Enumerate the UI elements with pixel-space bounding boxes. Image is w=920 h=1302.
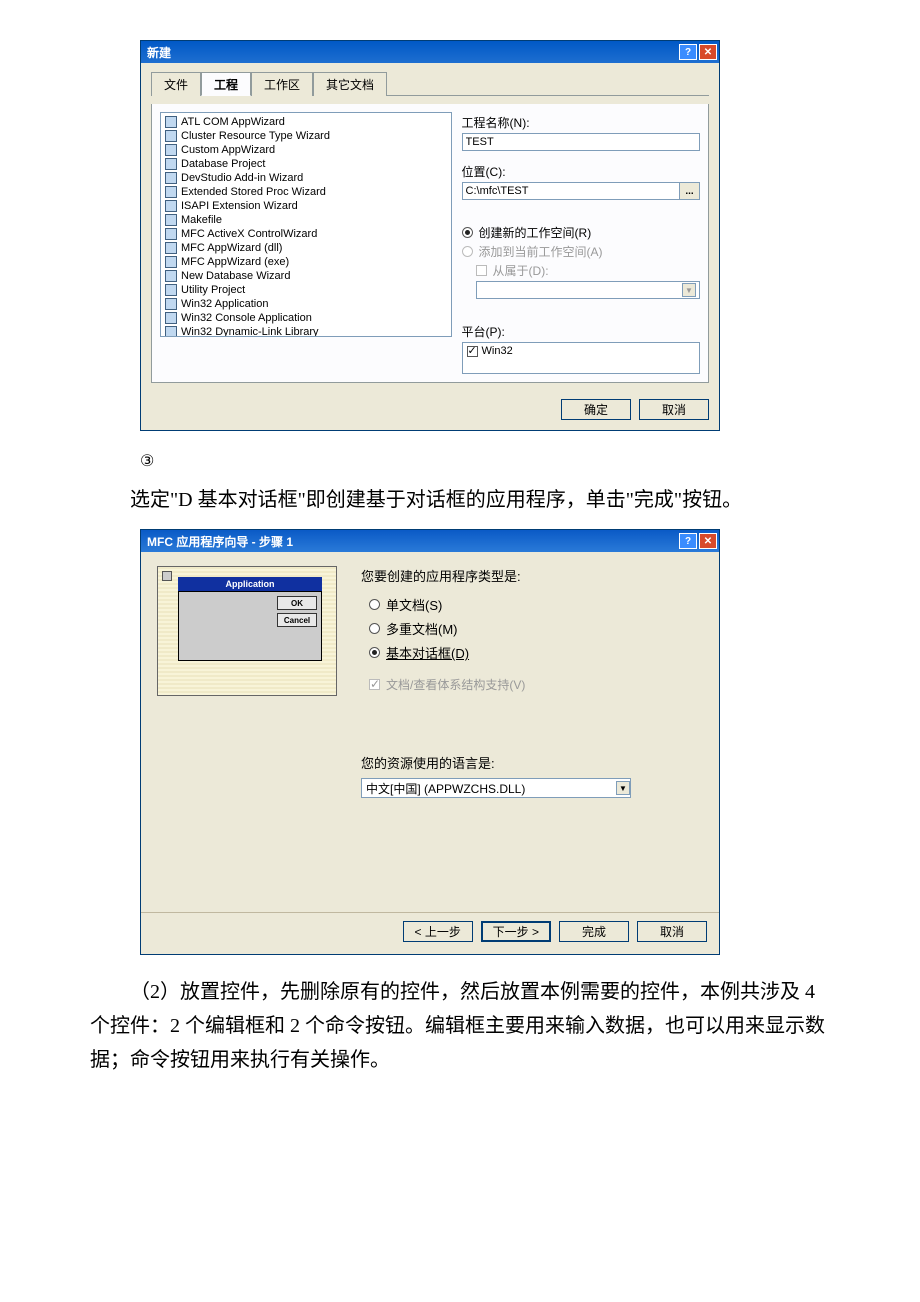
app-type-question: 您要创建的应用程序类型是: xyxy=(361,566,703,585)
list-item[interactable]: ISAPI Extension Wizard xyxy=(163,199,449,213)
radio-icon xyxy=(369,647,380,658)
add-to-workspace-radio: 添加到当前工作空间(A) xyxy=(462,243,700,260)
project-icon xyxy=(165,158,177,170)
list-item[interactable]: MFC ActiveX ControlWizard xyxy=(163,227,449,241)
platform-label: 平台(P): xyxy=(462,323,700,340)
language-select[interactable]: 中文[中国] (APPWZCHS.DLL) ▼ xyxy=(361,778,631,798)
project-name-label: 工程名称(N): xyxy=(462,114,700,131)
help-button[interactable]: ? xyxy=(679,44,697,60)
chevron-down-icon[interactable]: ▼ xyxy=(616,781,630,795)
radio-icon xyxy=(369,599,380,610)
list-item[interactable]: Utility Project xyxy=(163,283,449,297)
dialog-title: 新建 xyxy=(147,44,171,61)
tab-bar: 文件 工程 工作区 其它文档 xyxy=(151,71,709,96)
location-input[interactable] xyxy=(462,182,680,200)
radio-icon xyxy=(462,246,473,257)
chevron-down-icon: ▼ xyxy=(682,283,696,297)
dialog-based-radio[interactable]: 基本对话框(D) xyxy=(369,643,703,662)
list-item[interactable]: DevStudio Add-in Wizard xyxy=(163,171,449,185)
project-icon xyxy=(165,186,177,198)
project-icon xyxy=(165,270,177,282)
checkbox-icon xyxy=(476,265,487,276)
radio-icon xyxy=(462,227,473,238)
body-paragraph: 选定"D 基本对话框"即创建基于对话框的应用程序，单击"完成"按钮。 xyxy=(90,483,830,517)
cancel-button[interactable]: 取消 xyxy=(639,399,709,420)
new-project-dialog: 新建 ? ✕ 文件 工程 工作区 其它文档 ATL COM AppWizard … xyxy=(140,40,720,431)
list-item[interactable]: MFC AppWizard (exe) xyxy=(163,255,449,269)
platform-list[interactable]: Win32 xyxy=(462,342,700,374)
preview-ok-button: OK xyxy=(277,596,317,610)
preview-sys-icon xyxy=(162,571,172,581)
project-icon xyxy=(165,144,177,156)
project-icon xyxy=(165,130,177,142)
list-item[interactable]: New Database Wizard xyxy=(163,269,449,283)
next-button[interactable]: 下一步 > xyxy=(481,921,551,942)
browse-button[interactable]: ... xyxy=(680,182,700,200)
project-icon xyxy=(165,284,177,296)
list-item[interactable]: Win32 Dynamic-Link Library xyxy=(163,325,449,337)
preview-titlebar: Application xyxy=(178,577,322,591)
close-button[interactable]: ✕ xyxy=(699,44,717,60)
project-icon xyxy=(165,256,177,268)
project-type-list[interactable]: ATL COM AppWizard Cluster Resource Type … xyxy=(160,112,452,337)
dependency-select: ▼ xyxy=(476,281,700,299)
cancel-button[interactable]: 取消 xyxy=(637,921,707,942)
project-icon xyxy=(165,116,177,128)
close-button[interactable]: ✕ xyxy=(699,533,717,549)
titlebar[interactable]: 新建 ? ✕ xyxy=(141,41,719,63)
list-item[interactable]: Win32 Console Application xyxy=(163,311,449,325)
list-item[interactable]: ATL COM AppWizard xyxy=(163,115,449,129)
language-question: 您的资源使用的语言是: xyxy=(361,753,703,772)
project-icon xyxy=(165,312,177,324)
ok-button[interactable]: 确定 xyxy=(561,399,631,420)
checkbox-icon: ✓ xyxy=(369,679,380,690)
step-marker: ③ xyxy=(140,451,830,471)
tab-workspace[interactable]: 工作区 xyxy=(251,72,313,96)
project-icon xyxy=(165,214,177,226)
project-name-input[interactable] xyxy=(462,133,700,151)
titlebar[interactable]: MFC 应用程序向导 - 步骤 1 ? ✕ xyxy=(141,530,719,552)
help-button[interactable]: ? xyxy=(679,533,697,549)
list-item[interactable]: Custom AppWizard xyxy=(163,143,449,157)
project-icon xyxy=(165,228,177,240)
location-label: 位置(C): xyxy=(462,163,700,180)
single-doc-radio[interactable]: 单文档(S) xyxy=(369,595,703,614)
list-item[interactable]: Makefile xyxy=(163,213,449,227)
dialog-title: MFC 应用程序向导 - 步骤 1 xyxy=(147,533,293,550)
project-icon xyxy=(165,200,177,212)
list-item[interactable]: Database Project xyxy=(163,157,449,171)
preview-cancel-button: Cancel xyxy=(277,613,317,627)
tab-otherdocs[interactable]: 其它文档 xyxy=(313,72,387,96)
finish-button[interactable]: 完成 xyxy=(559,921,629,942)
list-item[interactable]: MFC AppWizard (dll) xyxy=(163,241,449,255)
create-new-workspace-radio[interactable]: 创建新的工作空间(R) xyxy=(462,224,700,241)
docview-checkbox: ✓ 文档/查看体系结构支持(V) xyxy=(369,676,703,693)
list-item[interactable]: Extended Stored Proc Wizard xyxy=(163,185,449,199)
body-paragraph: （2）放置控件，先删除原有的控件，然后放置本例需要的控件，本例共涉及 4 个控件… xyxy=(90,975,830,1077)
radio-icon xyxy=(369,623,380,634)
platform-item[interactable]: Win32 xyxy=(467,345,695,357)
list-item[interactable]: Win32 Application xyxy=(163,297,449,311)
dependency-checkbox: 从属于(D): xyxy=(476,262,700,279)
list-item[interactable]: Cluster Resource Type Wizard xyxy=(163,129,449,143)
project-icon xyxy=(165,172,177,184)
wizard-preview: Application OK Cancel xyxy=(157,566,337,696)
mfc-wizard-dialog: MFC 应用程序向导 - 步骤 1 ? ✕ Application OK Can… xyxy=(140,529,720,955)
project-icon xyxy=(165,326,177,337)
preview-dialog: OK Cancel xyxy=(178,591,322,661)
tab-project[interactable]: 工程 xyxy=(201,72,251,96)
tab-file[interactable]: 文件 xyxy=(151,72,201,96)
checkbox-checked-icon xyxy=(467,346,478,357)
project-icon xyxy=(165,242,177,254)
multi-doc-radio[interactable]: 多重文档(M) xyxy=(369,619,703,638)
prev-button[interactable]: < 上一步 xyxy=(403,921,473,942)
project-icon xyxy=(165,298,177,310)
